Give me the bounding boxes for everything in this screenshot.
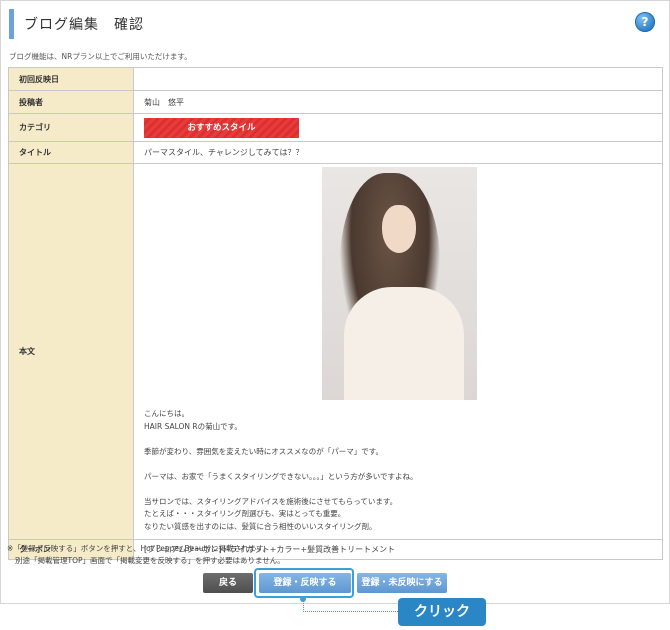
- body-cell: こんにちは。 HAIR SALON Rの菊山です。 季節が変わり、雰囲気を変えた…: [133, 163, 663, 540]
- body-line: 季節が変わり、雰囲気を変えたい時にオススメなのが「パーマ」です。: [144, 446, 383, 456]
- title-label: タイトル: [8, 141, 134, 164]
- body-line: パーマは、お家で「うまくスタイリングできない。。。」という方が多いですよね。: [144, 471, 418, 481]
- page-frame: ブログ編集 確認 ? ブログ機能は、NRプラン以上でご利用いただけます。 初回反…: [0, 0, 670, 604]
- footnote-line-2: 別途「掲載管理TOP」画面で「掲載変更を反映する」を押す必要はありません。: [15, 555, 285, 565]
- body-line: [144, 458, 662, 471]
- first-publish-value: [133, 67, 663, 91]
- back-button[interactable]: 戻る: [203, 573, 253, 593]
- plan-notice: ブログ機能は、NRプラン以上でご利用いただけます。: [9, 52, 192, 61]
- body-line: なりたい質感を出すのには、髪質に合う相性のいいスタイリング剤。: [144, 521, 377, 531]
- first-publish-label: 初回反映日: [8, 67, 134, 91]
- row-category: カテゴリ おすすめスタイル: [8, 113, 663, 142]
- help-question-icon[interactable]: ?: [635, 12, 655, 32]
- body-line: [144, 483, 662, 496]
- register-unpublished-button[interactable]: 登録・未反映にする: [357, 573, 447, 593]
- body-label: 本文: [8, 163, 134, 540]
- title-bar: ブログ編集 確認: [9, 9, 649, 39]
- publish-footnote: ※「登録・反映する」ボタンを押すと、Hot Pepper Beautyに掲載され…: [7, 543, 285, 566]
- photo-face-shape: [382, 205, 416, 253]
- row-author: 投稿者 菊山 悠平: [8, 90, 663, 114]
- register-publish-button[interactable]: 登録・反映する: [259, 573, 351, 593]
- category-label: カテゴリ: [8, 113, 134, 142]
- row-title: タイトル パーマスタイル、チャレンジしてみては？？: [8, 141, 663, 164]
- author-label: 投稿者: [8, 90, 134, 114]
- category-badge: おすすめスタイル: [144, 117, 299, 138]
- body-line: HAIR SALON Rの菊山です。: [144, 421, 242, 431]
- hairstyle-photo: [322, 167, 477, 400]
- title-value: パーマスタイル、チャレンジしてみては？？: [133, 141, 663, 164]
- row-first-publish: 初回反映日: [8, 67, 663, 91]
- body-line: こんにちは。: [144, 409, 189, 418]
- body-line: 当サロンでは、スタイリングアドバイスを施術後にさせてもらっています。: [144, 496, 398, 506]
- category-cell: おすすめスタイル: [133, 113, 663, 142]
- click-callout: クリック: [398, 598, 486, 626]
- body-line: [144, 433, 662, 446]
- pointer-line: [303, 598, 398, 612]
- photo-body-shape: [344, 287, 464, 400]
- blog-confirm-table: 初回反映日 投稿者 菊山 悠平 カテゴリ おすすめスタイル タイトル パーマスタ…: [8, 67, 663, 560]
- author-value: 菊山 悠平: [133, 90, 663, 114]
- page-title: ブログ編集 確認: [24, 17, 144, 33]
- footnote-line-1: ※「登録・反映する」ボタンを押すと、Hot Pepper Beautyに掲載され…: [7, 544, 271, 553]
- body-text: こんにちは。 HAIR SALON Rの菊山です。 季節が変わり、雰囲気を変えた…: [144, 408, 662, 533]
- row-body: 本文 こんにちは。 HAIR SALON Rの菊山です。 季節が変わり、雰囲気を…: [8, 163, 663, 540]
- body-line: たとえば・・・スタイリング剤選びも、実はとっても重要。: [144, 509, 346, 518]
